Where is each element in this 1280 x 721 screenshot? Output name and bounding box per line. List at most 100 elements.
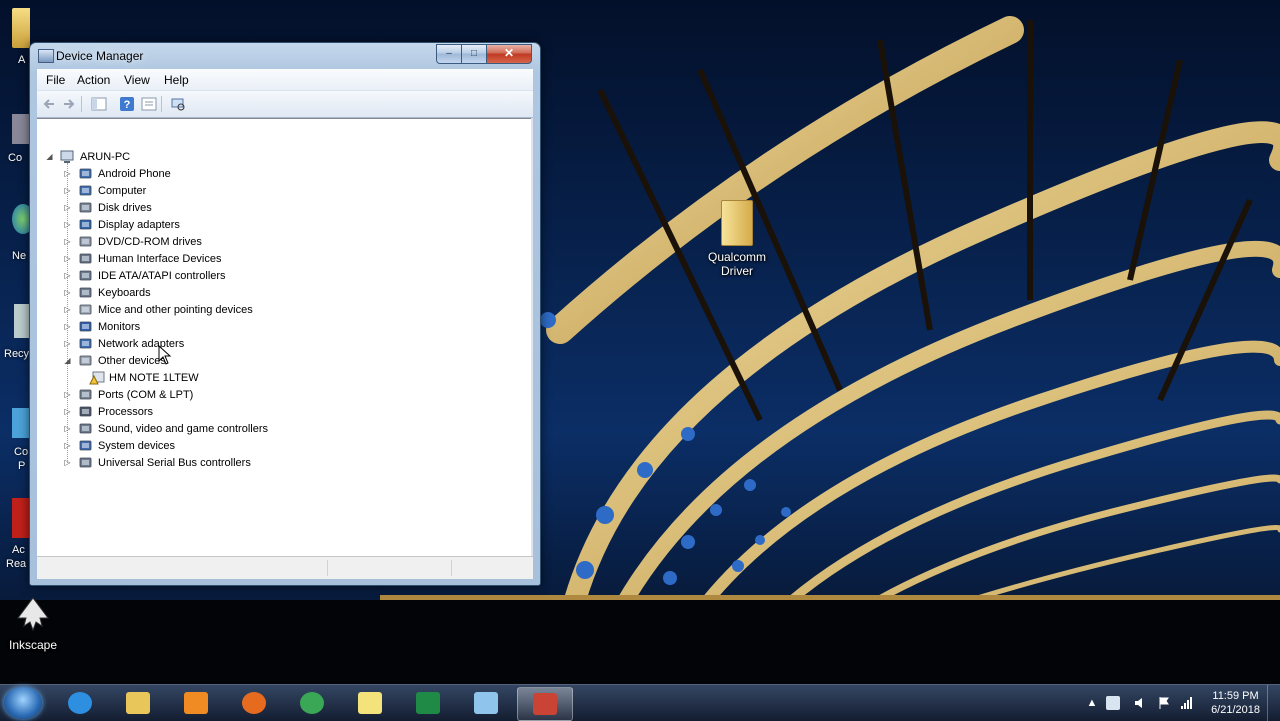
- scan-hardware-icon[interactable]: [170, 96, 186, 112]
- tree-item-label: Keyboards: [98, 286, 151, 299]
- inkscape-label: Inkscape: [8, 638, 58, 652]
- expand-arrow-icon[interactable]: ▷: [63, 169, 72, 178]
- device-manager-icon: [38, 49, 54, 63]
- tree-category-item[interactable]: ▷ Sound, video and game controllers: [63, 420, 268, 437]
- sticky-notes-icon: [358, 692, 382, 714]
- collapse-arrow-icon[interactable]: ◢: [63, 356, 72, 365]
- tree-item-label: DVD/CD-ROM drives: [98, 235, 202, 248]
- minimize-button[interactable]: –: [436, 44, 462, 64]
- expand-arrow-icon[interactable]: ▷: [63, 441, 72, 450]
- device-manager-taskbar-taskbar-button[interactable]: [517, 687, 573, 721]
- tree-item-label: Other devices: [98, 354, 166, 367]
- close-button[interactable]: ✕: [486, 44, 532, 64]
- tree-category-item[interactable]: ▷ System devices: [63, 437, 175, 454]
- folder-icon[interactable]: [12, 8, 30, 48]
- menu-file[interactable]: File: [46, 73, 65, 87]
- menu-view[interactable]: View: [124, 73, 150, 87]
- expand-arrow-icon[interactable]: ▷: [63, 424, 72, 433]
- excel-taskbar-button[interactable]: [401, 687, 455, 719]
- control-panel-icon[interactable]: [12, 408, 30, 438]
- tree-category-item[interactable]: ▷ Android Phone: [63, 165, 170, 182]
- tree-category-item[interactable]: ▷ DVD/CD-ROM drives: [63, 233, 202, 250]
- window-title: Device Manager: [56, 49, 144, 63]
- tree-category-item[interactable]: ▷ Monitors: [63, 318, 140, 335]
- clock[interactable]: 11:59 PM 6/21/2018: [1211, 689, 1260, 717]
- menu-help[interactable]: Help: [164, 73, 189, 87]
- expand-arrow-icon[interactable]: ▷: [63, 186, 72, 195]
- desktop-label: P: [18, 460, 26, 472]
- tree-category-item[interactable]: ▷ Human Interface Devices: [63, 250, 221, 267]
- tree-category-item[interactable]: ▷ Disk drives: [63, 199, 151, 216]
- back-arrow-icon[interactable]: [41, 96, 57, 112]
- tree-child-item[interactable]: HM NOTE 1LTEW: [81, 369, 199, 386]
- chrome-taskbar-button[interactable]: [285, 687, 339, 719]
- tree-category-item[interactable]: ▷ Ports (COM & LPT): [63, 386, 193, 403]
- recycle-bin-icon[interactable]: [14, 304, 30, 338]
- expand-arrow-icon[interactable]: ▷: [63, 458, 72, 467]
- inkscape-shortcut[interactable]: Inkscape: [6, 596, 60, 652]
- title-bar[interactable]: Device Manager – □ ✕: [30, 43, 540, 69]
- expand-arrow-icon[interactable]: ▷: [63, 288, 72, 297]
- flag-icon[interactable]: [1157, 696, 1171, 710]
- expand-arrow-icon[interactable]: ▷: [63, 220, 72, 229]
- clock-date: 6/21/2018: [1211, 704, 1260, 716]
- tree-category-item[interactable]: ▷ IDE ATA/ATAPI controllers: [63, 267, 225, 284]
- notepad-taskbar-button[interactable]: [459, 687, 513, 719]
- notepad-icon: [474, 692, 498, 714]
- firefox-icon: [242, 692, 266, 714]
- port-icon: [78, 388, 94, 402]
- sticky-notes-taskbar-button[interactable]: [343, 687, 397, 719]
- expand-arrow-icon[interactable]: ▷: [63, 390, 72, 399]
- computer-icon[interactable]: [12, 114, 30, 144]
- tree-category-item[interactable]: ▷ Mice and other pointing devices: [63, 301, 252, 318]
- expand-arrow-icon[interactable]: ▷: [63, 254, 72, 263]
- tree-category-item[interactable]: ▷ Display adapters: [63, 216, 180, 233]
- tree-category-item[interactable]: ▷ Universal Serial Bus controllers: [63, 454, 250, 471]
- folder-icon: [721, 200, 753, 246]
- show-hide-console-tree-icon[interactable]: [91, 96, 107, 112]
- system-device-icon: [78, 439, 94, 453]
- network-icon[interactable]: [12, 204, 30, 234]
- show-desktop-button[interactable]: [1267, 685, 1280, 721]
- monitor-icon: [78, 320, 94, 334]
- help-icon[interactable]: ?: [119, 96, 135, 112]
- expand-arrow-icon[interactable]: ▷: [63, 322, 72, 331]
- svg-text:?: ?: [124, 99, 131, 111]
- properties-icon[interactable]: [141, 96, 157, 112]
- menu-action[interactable]: Action: [77, 73, 110, 87]
- expand-arrow-icon[interactable]: ▷: [63, 237, 72, 246]
- forward-arrow-icon[interactable]: [61, 96, 77, 112]
- tree-item-label: Computer: [98, 184, 147, 197]
- mouse-icon: [78, 303, 94, 317]
- tree-category-item[interactable]: ◢ Other devices: [63, 352, 166, 369]
- network-adapter-icon: [78, 337, 94, 351]
- network-signal-icon[interactable]: [1180, 696, 1194, 710]
- firefox-taskbar-button[interactable]: [227, 687, 281, 719]
- desktop-label: Rea: [6, 558, 27, 570]
- show-hidden-icons-button[interactable]: ▲: [1085, 696, 1099, 710]
- start-button[interactable]: [4, 687, 42, 719]
- disk-drive-icon: [78, 201, 94, 215]
- internet-explorer-taskbar-button[interactable]: [53, 687, 107, 719]
- acrobat-reader-icon[interactable]: [12, 498, 30, 538]
- tree-category-item[interactable]: ▷ Keyboards: [63, 284, 151, 301]
- tree-category-item[interactable]: ▷ Processors: [63, 403, 153, 420]
- tree-root-item[interactable]: ◢ ARUN-PC: [45, 148, 130, 165]
- vertical-scrollbar[interactable]: [531, 118, 533, 556]
- expand-arrow-icon[interactable]: ▷: [63, 305, 72, 314]
- expand-arrow-icon[interactable]: ▷: [63, 339, 72, 348]
- volume-icon[interactable]: [1133, 696, 1147, 710]
- ide-controller-icon: [78, 269, 94, 283]
- expand-arrow-icon[interactable]: ▷: [63, 271, 72, 280]
- action-center-icon[interactable]: [1106, 696, 1120, 710]
- expand-arrow-icon[interactable]: ▷: [63, 203, 72, 212]
- media-player-taskbar-button[interactable]: [169, 687, 223, 719]
- collapse-arrow-icon[interactable]: ◢: [45, 152, 54, 161]
- tree-item-label: Display adapters: [98, 218, 180, 231]
- expand-arrow-icon[interactable]: ▷: [63, 407, 72, 416]
- file-explorer-taskbar-button[interactable]: [111, 687, 165, 719]
- tree-category-item[interactable]: ▷ Computer: [63, 182, 146, 199]
- sound-icon: [78, 422, 94, 436]
- maximize-button[interactable]: □: [461, 44, 487, 64]
- qualcomm-driver-folder[interactable]: Qualcomm Driver: [700, 200, 774, 278]
